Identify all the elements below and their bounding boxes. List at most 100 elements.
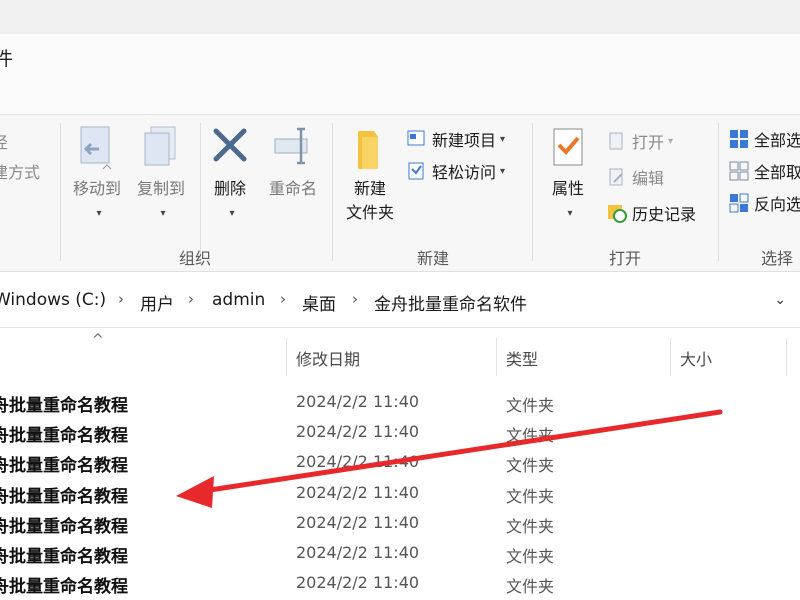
column-divider[interactable] bbox=[786, 338, 787, 376]
list-item[interactable]: 舟批量重命名教程 2024/2/2 11:40 文件夹 bbox=[0, 386, 800, 416]
ribbon-divider bbox=[532, 123, 533, 261]
column-divider[interactable] bbox=[496, 338, 497, 376]
file-name: 舟批量重命名教程 bbox=[0, 487, 128, 507]
history-label: 历史记录 bbox=[632, 205, 697, 224]
window-title: 件 bbox=[0, 48, 14, 70]
file-date: 2024/2/2 11:40 bbox=[296, 573, 420, 592]
move-to-icon bbox=[80, 126, 112, 170]
open-label: 打开 bbox=[632, 133, 665, 152]
title-bar: 件 bbox=[0, 34, 800, 114]
move-to-label: 移动到 bbox=[72, 179, 121, 198]
group-label-select: 选择 bbox=[760, 249, 793, 268]
edit-button[interactable]: 编辑 bbox=[606, 165, 664, 189]
file-name: 舟批量重命名教程 bbox=[0, 426, 128, 446]
select-none-label: 全部取 bbox=[754, 163, 800, 182]
chevron-right-icon[interactable]: › bbox=[280, 290, 286, 308]
column-header-type[interactable]: 类型 bbox=[506, 346, 538, 370]
column-header-modified[interactable]: 修改日期 bbox=[296, 346, 360, 370]
file-name: 舟批量重命名教程 bbox=[0, 547, 128, 567]
breadcrumb-current-folder[interactable]: 金舟批量重命名软件 bbox=[374, 290, 527, 315]
ribbon-divider bbox=[332, 123, 333, 261]
new-folder-button[interactable]: 新建 文件夹 bbox=[338, 123, 402, 225]
open-button[interactable]: 打开 ▾ bbox=[606, 129, 673, 153]
new-item-label: 新建项目 bbox=[432, 131, 497, 150]
ribbon: 径 建方式 移动到 ▾ 复制到 ▾ 删除 ▾ 重命名 组织 新建 文件夹 新建项… bbox=[0, 114, 800, 272]
file-date: 2024/2/2 11:40 bbox=[296, 483, 420, 502]
paste-shortcut-button[interactable]: 建方式 bbox=[0, 159, 40, 183]
sort-ascending-icon: ^ bbox=[92, 332, 104, 348]
select-all-icon bbox=[730, 130, 748, 148]
open-icon bbox=[609, 132, 623, 150]
chevron-down-icon: ▾ bbox=[668, 135, 674, 147]
group-label-organize: 组织 bbox=[178, 249, 211, 268]
rename-icon bbox=[274, 127, 308, 165]
list-item[interactable]: 舟批量重命名教程 2024/2/2 11:40 文件夹 bbox=[0, 537, 800, 567]
file-date: 2024/2/2 11:40 bbox=[296, 543, 420, 562]
chevron-down-icon: ▾ bbox=[160, 208, 166, 219]
file-date: 2024/2/2 11:40 bbox=[296, 513, 420, 532]
delete-button[interactable]: 删除 ▾ bbox=[204, 123, 256, 220]
list-item[interactable]: 舟批量重命名教程 2024/2/2 11:40 文件夹 bbox=[0, 446, 800, 476]
chevron-right-icon[interactable]: › bbox=[352, 290, 358, 308]
ribbon-divider bbox=[718, 123, 719, 261]
ribbon-divider bbox=[200, 123, 201, 261]
new-folder-label-1: 新建 bbox=[353, 179, 386, 198]
group-label-new: 新建 bbox=[416, 249, 449, 268]
copy-path-label: 径 bbox=[0, 133, 9, 152]
list-item[interactable]: 舟批量重命名教程 2024/2/2 11:40 文件夹 bbox=[0, 507, 800, 537]
history-icon bbox=[608, 205, 627, 223]
ribbon-divider bbox=[60, 123, 61, 261]
select-all-button[interactable]: 全部选 bbox=[728, 127, 800, 151]
list-item[interactable]: 舟批量重命名教程 2024/2/2 11:40 文件夹 bbox=[0, 416, 800, 446]
delete-label: 删除 bbox=[213, 179, 246, 198]
file-type: 文件夹 bbox=[506, 517, 555, 536]
window-top-band bbox=[0, 0, 800, 34]
easy-access-icon bbox=[408, 162, 424, 180]
breadcrumb-users[interactable]: 用户 bbox=[140, 290, 174, 315]
breadcrumb-desktop[interactable]: 桌面 bbox=[302, 290, 336, 315]
new-item-button[interactable]: 新建项目 ▾ bbox=[406, 127, 505, 151]
rename-button[interactable]: 重命名 bbox=[262, 123, 324, 201]
breadcrumb-drive[interactable]: Windows (C:) bbox=[0, 290, 106, 310]
chevron-right-icon[interactable]: › bbox=[118, 290, 124, 308]
easy-access-label: 轻松访问 bbox=[432, 163, 497, 182]
file-type: 文件夹 bbox=[506, 487, 555, 506]
file-date: 2024/2/2 11:40 bbox=[296, 422, 420, 441]
copy-to-icon bbox=[144, 126, 176, 166]
move-to-button[interactable]: 移动到 ▾ bbox=[66, 123, 128, 220]
chevron-right-icon[interactable]: › bbox=[188, 290, 194, 308]
column-header-size[interactable]: 大小 bbox=[680, 346, 712, 370]
list-item[interactable]: 舟批量重命名教程 2024/2/2 11:40 文件夹 bbox=[0, 477, 800, 507]
copy-path-button[interactable]: 径 bbox=[0, 129, 8, 153]
list-item[interactable]: 舟批量重命名教程 2024/2/2 11:40 文件夹 bbox=[0, 567, 800, 597]
copy-to-button[interactable]: 复制到 ▾ bbox=[130, 123, 192, 220]
chevron-down-icon: ▾ bbox=[229, 208, 235, 219]
file-type: 文件夹 bbox=[506, 396, 555, 415]
invert-selection-icon bbox=[729, 193, 749, 213]
column-divider[interactable] bbox=[286, 338, 287, 376]
history-button[interactable]: 历史记录 bbox=[606, 201, 696, 225]
group-label-open: 打开 bbox=[608, 249, 641, 268]
new-item-icon bbox=[407, 130, 425, 146]
file-type: 文件夹 bbox=[506, 577, 555, 596]
chevron-down-icon: ▾ bbox=[500, 133, 506, 145]
select-all-label: 全部选 bbox=[754, 131, 800, 150]
new-folder-icon bbox=[358, 131, 378, 169]
file-type: 文件夹 bbox=[506, 456, 555, 475]
file-name: 舟批量重命名教程 bbox=[0, 396, 128, 416]
column-headers: ^ 修改日期 类型 大小 bbox=[0, 328, 800, 382]
paste-shortcut-label: 建方式 bbox=[0, 163, 41, 182]
file-type: 文件夹 bbox=[506, 547, 555, 566]
address-history-chevron-icon[interactable]: ⌄ bbox=[774, 292, 786, 308]
easy-access-button[interactable]: 轻松访问 ▾ bbox=[406, 159, 505, 183]
file-date: 2024/2/2 11:40 bbox=[296, 452, 420, 471]
address-bar[interactable]: Windows (C:) › 用户 › admin › 桌面 › 金舟批量重命名… bbox=[0, 272, 800, 328]
file-type: 文件夹 bbox=[506, 426, 555, 445]
properties-button[interactable]: 属性 ▾ bbox=[540, 123, 596, 220]
column-divider[interactable] bbox=[670, 338, 671, 376]
chevron-down-icon: ▾ bbox=[96, 208, 102, 219]
invert-selection-button[interactable]: 反向选 bbox=[728, 191, 800, 215]
select-none-button[interactable]: 全部取 bbox=[728, 159, 800, 183]
breadcrumb-admin[interactable]: admin bbox=[212, 290, 265, 310]
chevron-down-icon: ▾ bbox=[567, 208, 573, 219]
